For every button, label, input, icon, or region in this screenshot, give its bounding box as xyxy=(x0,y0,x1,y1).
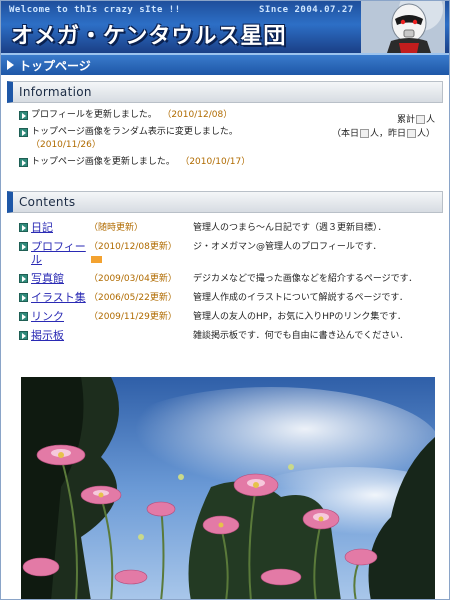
content-update: （2009/11/29更新） xyxy=(89,312,177,322)
visitor-counter: 累計人 （本日 人，昨日 人） xyxy=(332,113,435,141)
content-desc: 管理人作成のイラストについて解説するページです． xyxy=(193,293,409,303)
page-title-bar: トップページ xyxy=(1,53,449,75)
info-item: プロフィールを更新しました。 （2010/12/08） xyxy=(19,109,299,122)
arrow-bullet-icon xyxy=(19,111,28,120)
contents-heading: Contents xyxy=(7,191,443,213)
content-row: プロフィール （2010/12/08更新） ジ・オメガマン@管理人のプロフィール… xyxy=(19,240,439,267)
arrow-bullet-icon xyxy=(19,158,28,167)
content-row: イラスト集 （2006/05/22更新） 管理人作成のイラストについて解説するペ… xyxy=(19,291,439,305)
content-desc: 管理人のつまら～ん日記です（週３更新目標）． xyxy=(193,223,387,233)
info-item: トップページ画像をランダム表示に変更しました。 （2010/11/26） xyxy=(19,126,299,152)
info-item-date: （2010/12/08） xyxy=(166,110,233,120)
content-desc: 雑談掲示板です．何でも自由に書き込んでください． xyxy=(193,331,409,341)
arrow-bullet-icon xyxy=(19,274,28,283)
content-row: 日記 （随時更新） 管理人のつまら～ん日記です（週３更新目標）． xyxy=(19,221,439,235)
information-heading-label: Information xyxy=(19,85,92,99)
counter-total-label: 累計 xyxy=(396,115,415,125)
content-update: （2006/05/22更新） xyxy=(89,293,177,303)
content-update: （2010/12/08更新） xyxy=(89,242,177,252)
content-link-links[interactable]: リンク xyxy=(31,310,64,323)
site-title: オメガ・ケンタウルス星団 xyxy=(11,24,287,49)
content-update: （2009/03/04更新） xyxy=(89,274,177,284)
contents-section: 日記 （随時更新） 管理人のつまら～ん日記です（週３更新目標）． プロフィール … xyxy=(1,213,449,343)
counter-yesterday-suffix: 人） xyxy=(416,129,435,139)
arrow-bullet-icon xyxy=(19,223,28,232)
broken-image-icon xyxy=(359,129,369,138)
arrow-right-icon xyxy=(7,60,14,70)
info-item: トップページ画像を更新しました。 （2010/10/17） xyxy=(19,156,319,169)
content-link-bbs[interactable]: 掲示板 xyxy=(31,329,64,342)
arrow-bullet-icon xyxy=(19,293,28,302)
counter-today-label: （本日 xyxy=(331,129,359,139)
arrow-bullet-icon xyxy=(19,312,28,321)
broken-image-icon xyxy=(406,129,416,138)
since-text: SInce 2004.07.27 xyxy=(259,5,354,15)
page: Welcome to thIs crazy sIte !! SInce 2004… xyxy=(0,0,450,600)
content-row: 掲示板 雑談掲示板です．何でも自由に書き込んでください． xyxy=(19,329,439,343)
top-photo xyxy=(21,377,435,599)
info-item-date: （2010/11/26） xyxy=(31,140,101,150)
content-link-photos[interactable]: 写真館 xyxy=(31,272,64,285)
arrow-bullet-icon xyxy=(19,128,28,137)
new-badge-icon xyxy=(91,256,102,263)
info-item-date: （2010/10/17） xyxy=(184,157,251,167)
content-row: 写真館 （2009/03/04更新） デジカメなどで撮った画像などを紹介するペー… xyxy=(19,272,439,286)
arrow-bullet-icon xyxy=(19,331,28,340)
information-section: プロフィールを更新しました。 （2010/12/08） トップページ画像をランダム… xyxy=(1,103,449,185)
counter-total-suffix: 人 xyxy=(425,115,435,125)
arrow-bullet-icon xyxy=(19,242,28,251)
info-item-text: プロフィールを更新しました。 xyxy=(31,110,157,120)
content-link-illustrations[interactable]: イラスト集 xyxy=(31,291,86,304)
info-item-text: トップページ画像を更新しました。 xyxy=(31,157,175,167)
broken-image-icon xyxy=(415,115,425,124)
content-link-profile[interactable]: プロフィール xyxy=(31,240,89,266)
content-row: リンク （2009/11/29更新） 管理人の友人のHP，お気に入りHPのリンク… xyxy=(19,310,439,324)
counter-today-suffix: 人，昨日 xyxy=(369,129,406,139)
content-link-diary[interactable]: 日記 xyxy=(31,221,53,234)
welcome-text: Welcome to thIs crazy sIte !! xyxy=(9,5,181,15)
content-desc: ジ・オメガマン@管理人のプロフィールです． xyxy=(193,242,382,252)
content-desc: 管理人の友人のHP，お気に入りHPのリンク集です． xyxy=(193,312,407,322)
information-heading: Information xyxy=(7,81,443,103)
info-item-text: トップページ画像をランダム表示に変更しました。 xyxy=(31,127,238,137)
robot-mascot-icon xyxy=(361,1,445,53)
content-desc: デジカメなどで撮った画像などを紹介するページです． xyxy=(193,274,418,284)
page-title: トップページ xyxy=(19,58,91,73)
content-update xyxy=(89,329,193,330)
content-update: （随時更新） xyxy=(89,223,144,233)
site-banner[interactable]: Welcome to thIs crazy sIte !! SInce 2004… xyxy=(1,1,449,53)
contents-heading-label: Contents xyxy=(19,195,76,209)
